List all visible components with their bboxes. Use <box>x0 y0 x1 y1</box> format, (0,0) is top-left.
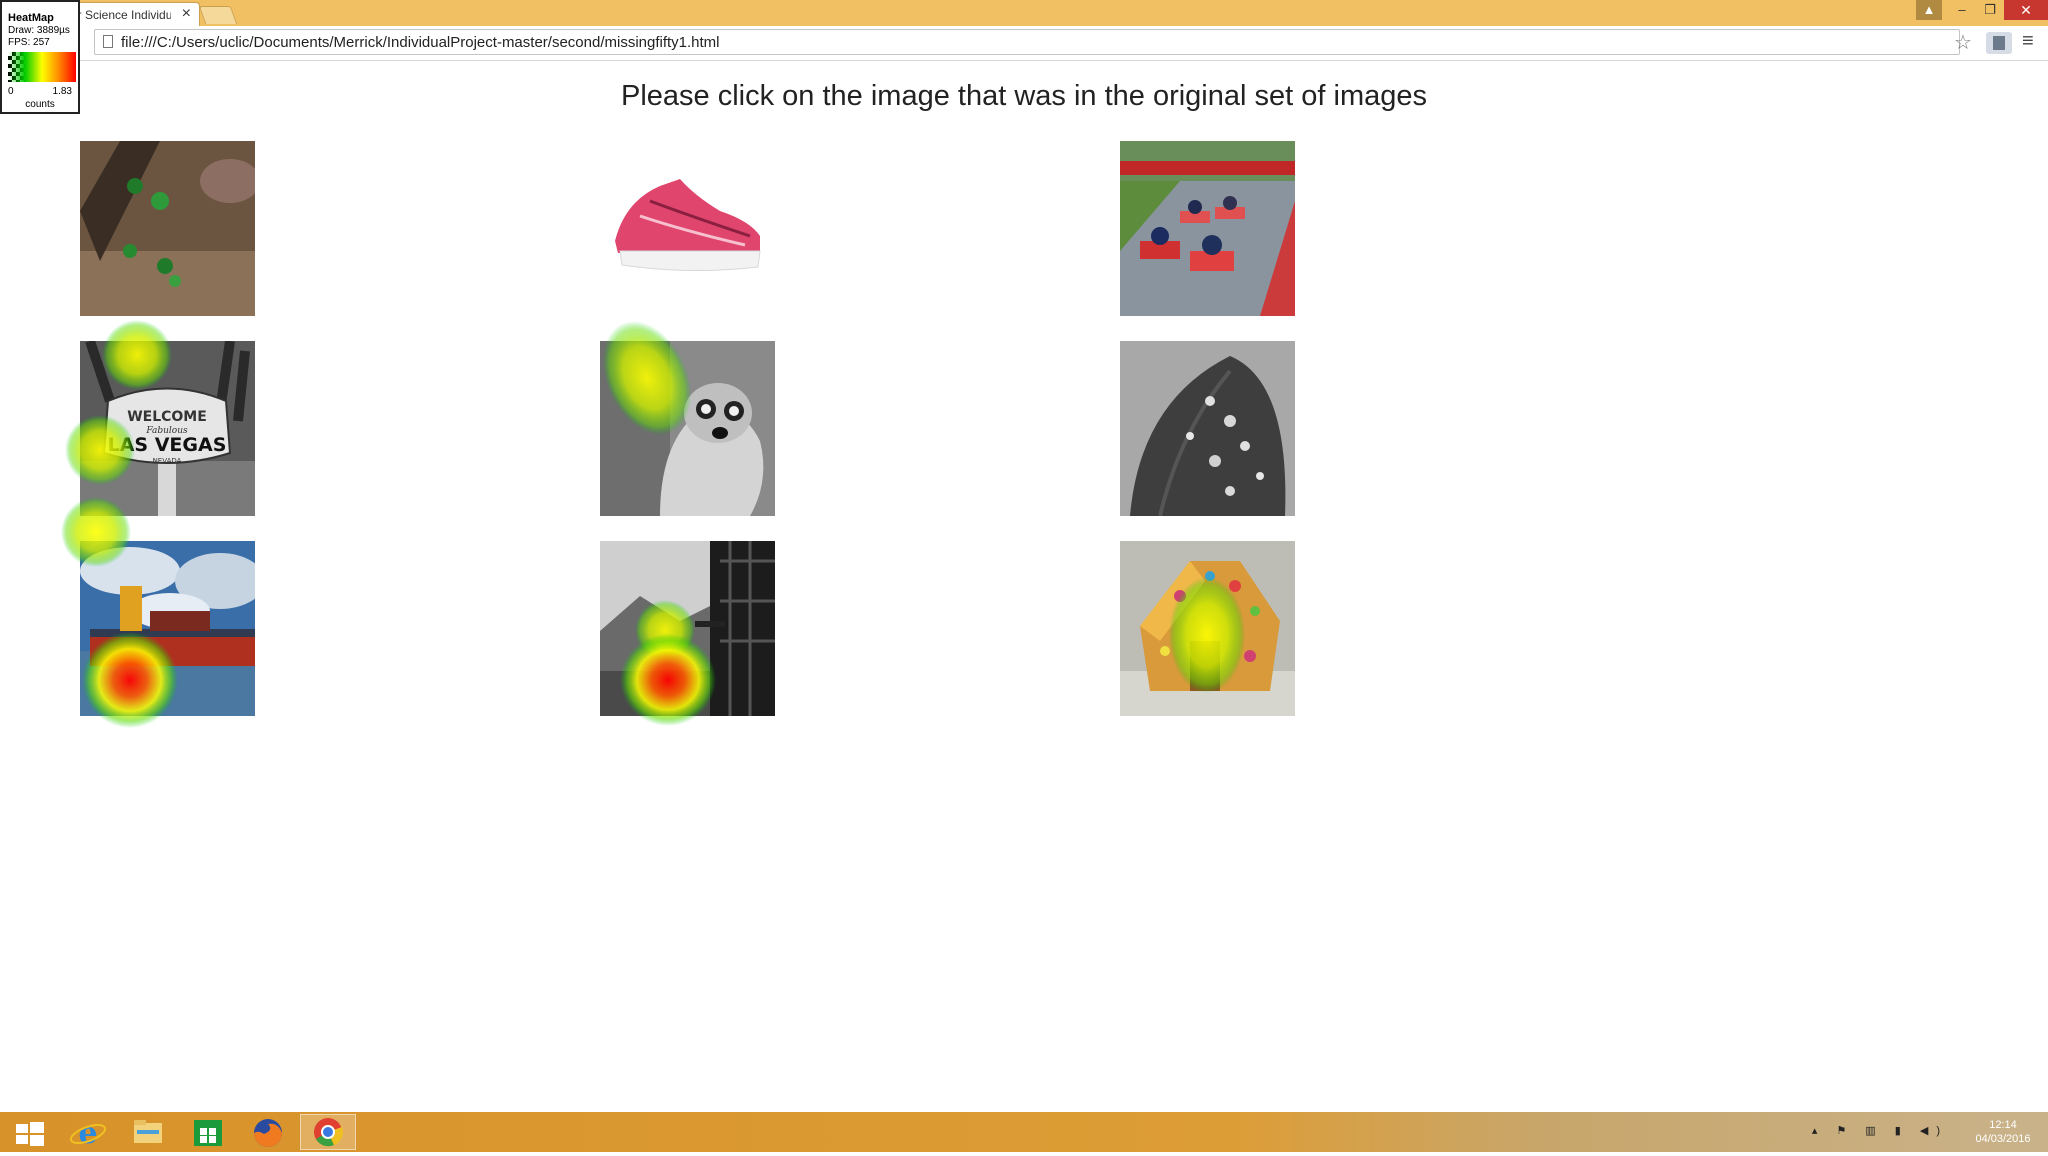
heatmap-scale-min: 0 <box>8 86 14 97</box>
maximize-button[interactable]: ❐ <box>1976 0 2004 20</box>
system-tray[interactable]: ▴ ⚑ ▥ ▮ ◀) <box>1812 1124 1948 1137</box>
extension-icon[interactable] <box>1986 32 2012 54</box>
file-explorer-icon[interactable] <box>120 1114 176 1150</box>
internet-explorer-icon[interactable]: e <box>60 1114 116 1151</box>
heatmap-overlay <box>61 320 1245 728</box>
taskbar: e ▴ ⚑ ▥ ▮ ◀) 12:14 04/03/2016 <box>0 1112 2048 1152</box>
image-las-vegas-sign[interactable]: WELCOME Fabulous LAS VEGAS NEVADA <box>80 341 255 516</box>
page-icon <box>103 35 113 48</box>
browser-toolbar: file:///C:/Users/uclic/Documents/Merrick… <box>0 26 2048 61</box>
chrome-icon[interactable] <box>300 1114 356 1150</box>
user-profile-icon[interactable]: ▲ <box>1916 0 1942 20</box>
tab-title: er Science Individu <box>71 8 171 22</box>
clock-date: 04/03/2016 <box>1975 1133 2031 1145</box>
tab-close-icon[interactable]: × <box>182 5 191 23</box>
svg-text:e: e <box>78 1116 97 1150</box>
image-balcony-view[interactable] <box>600 541 775 716</box>
heatmap-fps: FPS: 257 <box>8 37 50 48</box>
heatmap-title: HeatMap <box>8 12 54 24</box>
heatmap-unit: counts <box>25 99 55 110</box>
url-text[interactable]: file:///C:/Users/uclic/Documents/Merrick… <box>121 34 720 51</box>
minimize-button[interactable]: – <box>1948 0 1976 20</box>
store-icon[interactable] <box>180 1114 236 1150</box>
sign-nevada: NEVADA <box>153 457 182 465</box>
tab-active[interactable]: er Science Individu × <box>60 2 200 26</box>
heatmap-color-scale <box>8 52 76 82</box>
image-lemur[interactable] <box>600 341 775 516</box>
firefox-icon[interactable] <box>240 1114 296 1150</box>
image-pink-sneaker[interactable] <box>600 141 775 316</box>
new-tab-button[interactable] <box>198 6 238 24</box>
address-bar[interactable]: file:///C:/Users/uclic/Documents/Merrick… <box>94 29 1960 55</box>
heatmap-draw-time: Draw: 3889µs <box>8 25 70 36</box>
image-leaf-droplets[interactable] <box>1120 341 1295 516</box>
clock-time: 12:14 <box>1989 1119 2017 1131</box>
start-button[interactable] <box>4 1114 60 1150</box>
image-go-karts[interactable] <box>1120 141 1295 316</box>
heatmap-scale-max: 1.83 <box>52 86 72 97</box>
browser-titlebar: er Science Individu × ▲ – ❐ ✕ <box>0 0 2048 26</box>
sign-welcome: WELCOME <box>127 409 207 425</box>
menu-icon[interactable]: ≡ <box>2022 30 2034 53</box>
heatmap-legend: HeatMap Draw: 3889µs FPS: 257 0 1.83 cou… <box>0 0 80 114</box>
image-beetles-on-wood[interactable] <box>80 141 255 316</box>
clock[interactable]: 12:14 04/03/2016 <box>1968 1118 2038 1146</box>
image-gingerbread-house[interactable] <box>1120 541 1295 716</box>
bookmark-star-icon[interactable]: ☆ <box>1954 30 1972 55</box>
sign-las-vegas: LAS VEGAS <box>108 434 227 456</box>
page-instruction: Please click on the image that was in th… <box>621 80 1427 112</box>
image-cargo-ship[interactable] <box>80 541 255 716</box>
close-window-button[interactable]: ✕ <box>2004 0 2048 20</box>
